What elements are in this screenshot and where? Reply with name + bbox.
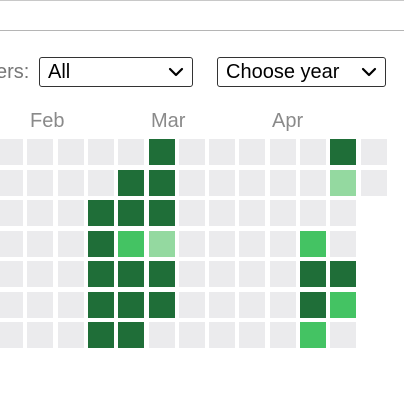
heatmap-cell[interactable] [209,231,235,257]
heatmap-cell[interactable] [179,292,205,318]
heatmap-cell[interactable] [330,322,356,348]
heatmap-cell[interactable] [330,292,356,318]
user-select[interactable]: All [39,57,193,87]
heatmap-cell[interactable] [27,200,53,226]
heatmap-cell[interactable] [88,170,114,196]
heatmap-cell[interactable] [361,139,387,165]
heatmap-cell[interactable] [330,200,356,226]
heatmap-cell[interactable] [118,231,144,257]
heatmap-cell[interactable] [270,322,296,348]
heatmap-cell[interactable] [179,170,205,196]
heatmap-cell[interactable] [149,231,175,257]
chevron-down-icon [361,67,377,77]
heatmap-cell[interactable] [88,322,114,348]
heatmap-cell[interactable] [149,292,175,318]
heatmap-cell[interactable] [239,292,265,318]
heatmap-cell[interactable] [330,261,356,287]
heatmap-cell[interactable] [0,261,23,287]
heatmap-cell[interactable] [270,231,296,257]
heatmap-cell[interactable] [179,139,205,165]
heatmap-cell[interactable] [239,170,265,196]
heatmap-cell[interactable] [149,170,175,196]
heatmap-cell[interactable] [330,139,356,165]
heatmap-cell[interactable] [58,261,84,287]
heatmap-cell[interactable] [88,200,114,226]
user-filter-label: ers: [0,61,30,83]
heatmap-cell[interactable] [300,139,326,165]
heatmap-cell[interactable] [88,139,114,165]
heatmap-cell[interactable] [58,139,84,165]
heatmap-cell[interactable] [58,322,84,348]
heatmap-cell[interactable] [239,200,265,226]
heatmap-cell[interactable] [239,261,265,287]
heatmap-cell[interactable] [209,261,235,287]
heatmap-cell[interactable] [149,261,175,287]
heatmap-cell[interactable] [330,231,356,257]
heatmap-cell[interactable] [58,231,84,257]
heatmap-cell[interactable] [118,261,144,287]
heatmap-cell[interactable] [58,170,84,196]
heatmap-cell[interactable] [149,322,175,348]
heatmap-cell[interactable] [88,261,114,287]
heatmap-cell[interactable] [0,170,23,196]
heatmap-cell[interactable] [209,139,235,165]
heatmap-cell[interactable] [270,292,296,318]
heatmap-cell[interactable] [300,170,326,196]
contribution-calendar-panel: ers: All Choose year Feb Mar Apr [0,0,404,406]
heatmap-cell[interactable] [0,139,23,165]
heatmap-cell[interactable] [239,139,265,165]
heatmap-cell[interactable] [149,139,175,165]
heatmap-cell[interactable] [209,170,235,196]
heatmap-cell[interactable] [179,231,205,257]
heatmap-cell[interactable] [0,292,23,318]
heatmap-cell[interactable] [0,322,23,348]
heatmap-cell[interactable] [270,170,296,196]
heatmap-cell[interactable] [300,322,326,348]
top-border [0,0,404,1]
heatmap-cell[interactable] [88,231,114,257]
heatmap-cell[interactable] [270,200,296,226]
user-select-value: All [48,61,71,83]
heatmap-cell[interactable] [27,139,53,165]
heatmap-cell[interactable] [270,139,296,165]
heatmap-cell[interactable] [118,200,144,226]
heatmap-cell[interactable] [179,322,205,348]
heatmap-cell[interactable] [270,261,296,287]
year-select-value: Choose year [226,61,340,83]
heatmap-cell[interactable] [330,170,356,196]
heatmap-cell[interactable] [118,170,144,196]
heatmap-cell[interactable] [27,231,53,257]
header-divider [0,30,404,31]
heatmap-cell[interactable] [300,292,326,318]
chevron-down-icon [168,67,184,77]
month-label-mar: Mar [151,110,186,132]
heatmap-cell[interactable] [209,200,235,226]
heatmap-cell[interactable] [0,231,23,257]
heatmap-cell[interactable] [27,322,53,348]
heatmap-cell[interactable] [27,170,53,196]
heatmap-cell[interactable] [300,200,326,226]
month-label-feb: Feb [30,110,65,132]
heatmap-cell[interactable] [361,170,387,196]
heatmap-cell[interactable] [300,261,326,287]
heatmap-cell[interactable] [179,261,205,287]
heatmap-cell[interactable] [58,200,84,226]
year-select[interactable]: Choose year [217,57,386,87]
month-label-apr: Apr [272,110,304,132]
heatmap-cell[interactable] [118,139,144,165]
heatmap-cell[interactable] [209,292,235,318]
heatmap-cell[interactable] [88,292,114,318]
heatmap-cell[interactable] [149,200,175,226]
heatmap-cell[interactable] [209,322,235,348]
heatmap-cell[interactable] [118,292,144,318]
heatmap-cell[interactable] [118,322,144,348]
heatmap-cell[interactable] [239,231,265,257]
heatmap-cell[interactable] [27,261,53,287]
heatmap-cell[interactable] [0,200,23,226]
heatmap-cell[interactable] [179,200,205,226]
heatmap-cell[interactable] [300,231,326,257]
heatmap-cell[interactable] [58,292,84,318]
heatmap-cell[interactable] [27,292,53,318]
heatmap-cell[interactable] [239,322,265,348]
